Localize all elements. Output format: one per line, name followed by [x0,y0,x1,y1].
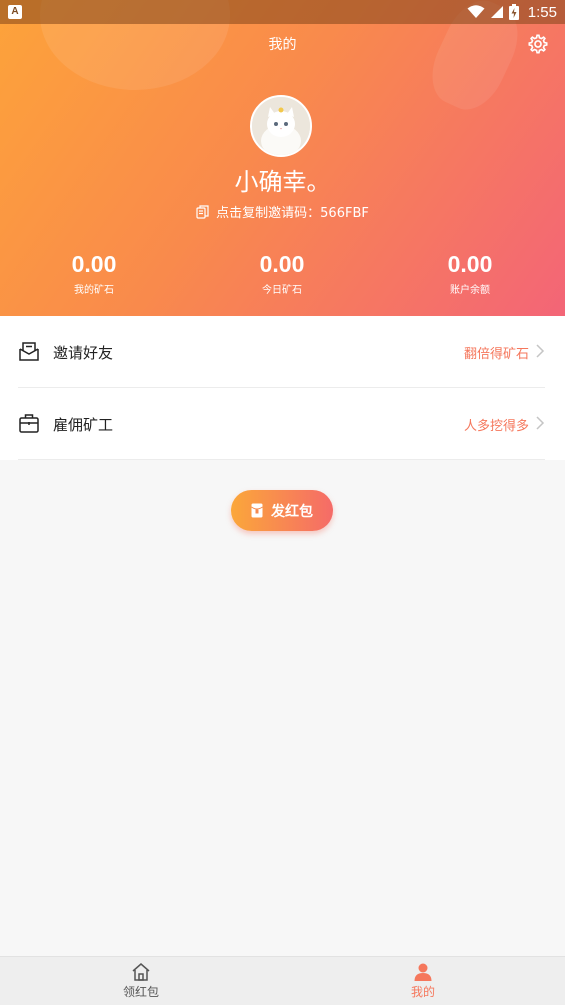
copy-icon [196,204,209,219]
stat-value: 0.00 [447,251,493,277]
tab-mine[interactable]: 我的 [363,957,483,1005]
stat-value: 0.00 [71,251,117,277]
send-red-packet-button[interactable]: 发红包 [231,490,333,531]
menu-list: 邀请好友 翻倍得矿石 雇佣矿工 人多挖得多 [0,316,565,460]
menu-item-hint: 翻倍得矿石 [463,347,529,362]
tab-get-red-packet[interactable]: 领红包 [81,957,201,1005]
avatar[interactable] [250,95,312,157]
briefcase-icon [19,414,39,433]
cat-avatar-image [252,97,310,155]
home-icon [132,963,150,981]
envelope-icon [19,342,39,361]
nav-label: 我的 [410,985,435,999]
status-time: 1:55 [527,3,557,21]
send-red-packet-label: 发红包 [271,503,313,520]
status-bar: A 1:55 [0,0,565,24]
stat-label: 我的矿石 [74,285,114,296]
divider [18,459,545,460]
stat-label: 账户余额 [450,285,490,296]
gear-icon[interactable] [527,33,549,55]
user-nickname: 小确幸。 [234,168,331,196]
chevron-right-icon [536,344,545,358]
invite-code-row[interactable]: 点击复制邀请码：566FBF [0,202,565,221]
stat-label: 今日矿石 [262,285,302,296]
signal-icon [490,6,503,18]
menu-item-invite-friends[interactable]: 邀请好友 翻倍得矿石 [0,316,565,388]
battery-icon [508,4,519,20]
menu-item-label: 邀请好友 [53,344,114,362]
page-title: 我的 [268,37,297,53]
red-packet-icon [251,503,263,518]
wifi-icon [467,5,485,18]
person-icon [414,963,432,981]
app-notification-icon: A [8,5,22,19]
stat-value: 0.00 [259,251,305,277]
chevron-right-icon [536,416,545,430]
stat-today-ore: 0.00 今日矿石 [202,250,362,296]
nav-label: 领红包 [122,985,159,999]
menu-item-hire-miners[interactable]: 雇佣矿工 人多挖得多 [0,388,565,460]
menu-item-hint: 人多挖得多 [463,419,529,434]
invite-code-text: 点击复制邀请码：566FBF [216,206,369,221]
status-icons: 1:55 [467,2,557,22]
menu-item-label: 雇佣矿工 [53,416,114,434]
stat-my-ore: 0.00 我的矿石 [14,250,174,296]
bottom-nav: 领红包 我的 [0,956,565,1005]
stat-balance: 0.00 账户余额 [390,250,550,296]
